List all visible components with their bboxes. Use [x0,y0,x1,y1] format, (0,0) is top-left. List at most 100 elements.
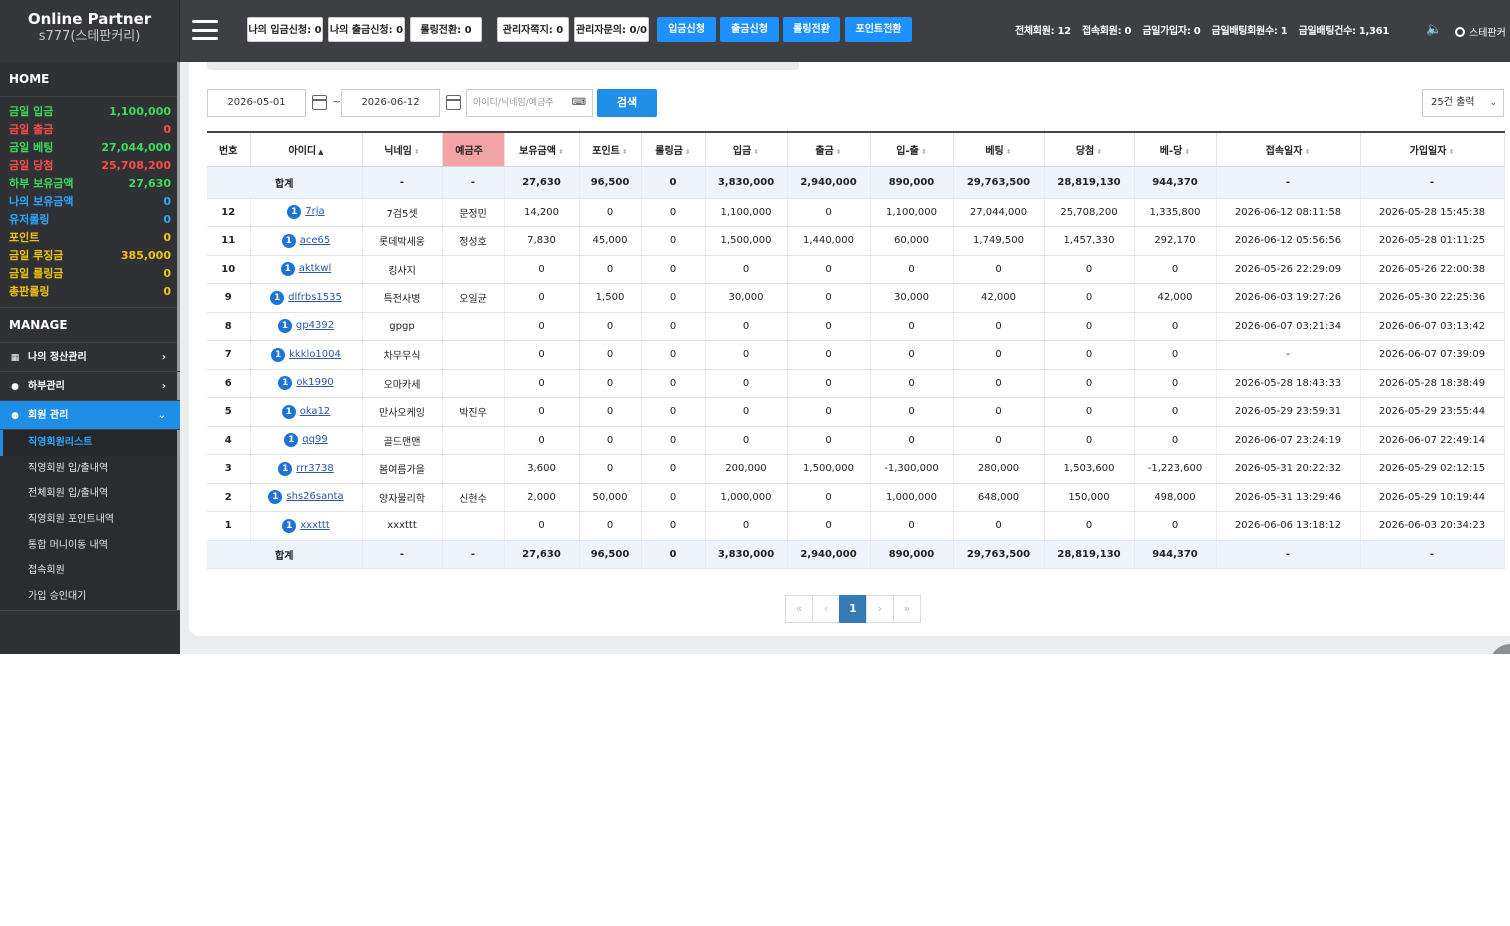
info-badge-icon[interactable]: 1 [281,233,296,248]
sort-icon[interactable]: ⬍ [685,148,691,156]
sidebar-scrollbar[interactable] [177,62,180,610]
column-header[interactable]: 포인트 ⬍ [579,131,642,167]
submenu-online-members[interactable]: 접속회원 [0,558,180,584]
column-header[interactable]: 입-출 ⬍ [870,131,954,167]
column-header[interactable]: 출금 ⬍ [787,131,871,167]
submenu-money-transfer-history[interactable]: 통합 머니이동 내역 [0,533,180,559]
menu-member-management[interactable]: ● 회원 관리 ⌄ [0,401,180,430]
menu-my-settlement[interactable]: ▦ 나의 정산관리 › [0,343,180,372]
sort-icon[interactable]: ⬍ [1448,148,1454,156]
sort-icon[interactable]: ⬍ [622,148,628,156]
user-id-link[interactable]: 7rja [305,206,324,217]
deposit-request-button[interactable]: 입금신청 [657,17,716,42]
sort-asc-icon[interactable]: ▲ [318,148,323,156]
column-header[interactable]: 롤링금 ⬍ [641,131,706,167]
sort-icon[interactable]: ⬍ [753,148,759,156]
sort-icon[interactable]: ⬍ [921,148,927,156]
table-row[interactable]: 3 1 rrr3738 봄여름가을 3,600 0 0 200,000 1,500,000 -1,… [207,454,1505,484]
sort-icon[interactable]: ⬍ [1304,148,1310,156]
sort-icon[interactable]: ⬍ [1096,148,1102,156]
column-header[interactable]: 당첨 ⬍ [1044,131,1135,167]
page-prev-button[interactable]: ‹ [812,595,840,623]
speaker-icon[interactable]: 🔈 [1426,22,1442,37]
info-badge-icon[interactable]: 1 [277,319,292,334]
column-header[interactable]: 베팅 ⬍ [953,131,1045,167]
table-row[interactable]: 11 1 ace65 롯데박세웅 정성호 7,830 45,000 0 1,500,000 1,4… [207,226,1505,256]
submenu-direct-member-list[interactable]: 직영회원리스트 [0,430,180,456]
user-id-link[interactable]: aktkwl [299,263,332,274]
submenu-signup-approval[interactable]: 가입 승인대기 [0,584,180,610]
column-header[interactable]: 닉네임 ⬍ [362,131,443,167]
page-last-button[interactable]: » [893,595,921,623]
user-id-link[interactable]: qq99 [302,434,327,445]
info-badge-icon[interactable]: 1 [278,376,293,391]
table-row[interactable]: 1 1 xxxttt xxxttt 0 0 0 0 0 0 0 0 0 2026-06-06 13:18:… [207,511,1505,541]
user-id-link[interactable]: xxxttt [300,520,330,531]
table-row[interactable]: 10 1 aktkwl 킹사지 0 0 0 0 0 0 0 0 0 2026-05-26 22:29:09… [207,255,1505,284]
rolling-convert-button[interactable]: 롤링전환 [783,17,840,42]
table-row[interactable]: 12 1 7rja 7검5셋 문정민 14,200 0 0 1,100,000 0 1,100,00… [207,198,1505,227]
page-first-button[interactable]: « [785,595,813,623]
info-badge-icon[interactable]: 1 [287,205,302,220]
date-to-input[interactable]: 2026-06-12 [341,89,440,117]
submenu-direct-member-transactions[interactable]: 직영회원 입/출내역 [0,456,180,482]
sort-icon[interactable]: ⬍ [485,148,491,156]
column-header[interactable]: 베-당 ⬍ [1134,131,1217,167]
search-input[interactable]: 아이디/닉네임/예금주 ⌨ [466,89,593,117]
withdraw-request-button[interactable]: 출금신청 [720,17,779,42]
table-row[interactable]: 4 1 qq99 골드맨맨 0 0 0 0 0 0 0 0 0 2026-06-07 23:24:19 20… [207,426,1505,455]
table-row[interactable]: 2 1 shs26santa 양자물리학 신현수 2,000 50,000 0 1,000,00… [207,483,1505,512]
menu-sub-management[interactable]: ● 하부관리 › [0,372,180,401]
calendar-icon[interactable] [312,95,327,110]
sort-icon[interactable]: ⬍ [1006,148,1012,156]
brand[interactable]: Online Partner s777(스테판커리) [0,0,180,62]
info-badge-icon[interactable]: 1 [270,290,285,305]
user-id-link[interactable]: rrr3738 [296,463,333,474]
hamburger-menu-icon[interactable] [190,17,220,43]
info-badge-icon[interactable]: 1 [280,262,295,277]
my-withdraw-request-button[interactable]: 나의 출금신청: 0 [328,17,405,42]
sidebar-home[interactable]: HOME [0,62,180,97]
user-menu[interactable]: 스테판커 [1455,24,1506,39]
column-header[interactable]: 가입일자 ⬍ [1360,131,1505,167]
page-next-button[interactable]: › [866,595,894,623]
table-row[interactable]: 8 1 gp4392 gpgp 0 0 0 0 0 0 0 0 0 2026-06-07 03:21:34… [207,312,1505,341]
info-badge-icon[interactable]: 1 [271,347,286,362]
per-page-select[interactable]: 25건 출력 ⌄ [1422,89,1504,117]
user-id-link[interactable]: gp4392 [296,320,334,331]
user-id-link[interactable]: ok1990 [296,377,333,388]
table-row[interactable]: 6 1 ok1990 오마카세 0 0 0 0 0 0 0 0 0 2026-05-28 18:43:33… [207,369,1505,398]
floating-scroll-button[interactable] [1490,644,1510,654]
table-row[interactable]: 9 1 dlfrbs1535 특전사병 오일균 0 1,500 0 30,000 0 30,000 4… [207,283,1505,313]
page-current-button[interactable]: 1 [839,595,867,623]
info-badge-icon[interactable]: 1 [268,490,283,505]
admin-message-button[interactable]: 관리자쪽지: 0 [497,17,569,42]
keyboard-icon[interactable]: ⌨ [572,90,586,116]
search-button[interactable]: 검색 [597,89,657,117]
user-id-link[interactable]: ace65 [300,235,331,246]
sort-icon[interactable]: ⬍ [558,148,564,156]
column-header[interactable]: 보유금액 ⬍ [504,131,580,167]
submenu-direct-member-points[interactable]: 직영회원 포인트내역 [0,507,180,533]
info-badge-icon[interactable]: 1 [281,404,296,419]
user-id-link[interactable]: kkklo1004 [289,349,341,360]
rolling-convert-count-button[interactable]: 롤링전환: 0 [410,17,482,42]
submenu-all-member-transactions[interactable]: 전체회원 입/출내역 [0,481,180,507]
user-id-link[interactable]: dlfrbs1535 [288,292,342,303]
column-header[interactable]: 예금주 ⬍ [442,131,505,167]
sort-icon[interactable]: ⬍ [414,148,420,156]
my-deposit-request-button[interactable]: 나의 입금신청: 0 [247,17,323,42]
user-id-link[interactable]: shs26santa [286,491,343,502]
point-convert-button[interactable]: 포인트전환 [845,17,912,42]
info-badge-icon[interactable]: 1 [278,461,293,476]
calendar-icon[interactable] [446,95,461,110]
column-header[interactable]: 접속일자 ⬍ [1216,131,1361,167]
info-badge-icon[interactable]: 1 [284,433,299,448]
table-row[interactable]: 5 1 oka12 만사오케잉 박진우 0 0 0 0 0 0 0 0 0 2026-05-29 23:59… [207,397,1505,427]
sort-icon[interactable]: ⬍ [1184,148,1190,156]
date-from-input[interactable]: 2026-05-01 [207,89,306,117]
sort-icon[interactable]: ⬍ [836,148,842,156]
table-row[interactable]: 7 1 kkklo1004 차무무식 0 0 0 0 0 0 0 0 0-2026-06-07 07:3… [207,340,1505,370]
info-badge-icon[interactable]: 1 [282,518,297,533]
column-header[interactable]: 아이디 ▲ [250,131,363,167]
